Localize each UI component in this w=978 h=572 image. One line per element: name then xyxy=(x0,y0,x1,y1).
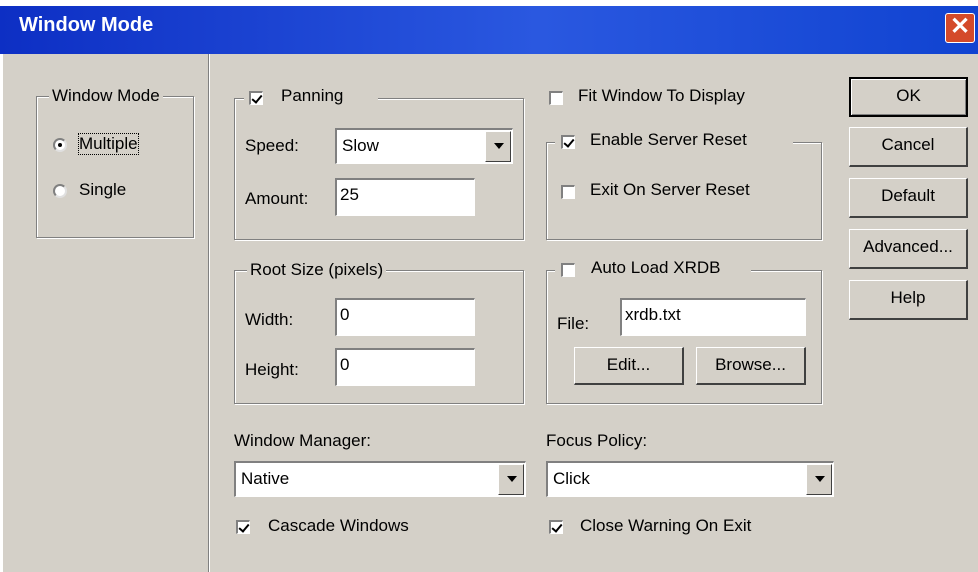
chevron-down-icon[interactable] xyxy=(485,131,511,162)
edit-button[interactable]: Edit... xyxy=(574,347,684,385)
browse-button[interactable]: Browse... xyxy=(696,347,806,385)
close-warning-label[interactable]: Close Warning On Exit xyxy=(580,516,751,536)
multiple-radio-label[interactable]: Multiple xyxy=(78,133,139,155)
help-button[interactable]: Help xyxy=(849,280,968,320)
enable-server-reset-checkbox[interactable] xyxy=(561,135,575,149)
height-label: Height: xyxy=(245,360,299,379)
window-mode-group xyxy=(36,96,194,238)
panning-group xyxy=(234,98,524,240)
window-manager-label: Window Manager: xyxy=(234,431,372,450)
auto-load-xrdb-label[interactable]: Auto Load XRDB xyxy=(591,258,720,278)
height-input[interactable]: 0 xyxy=(335,348,475,386)
chevron-down-icon[interactable] xyxy=(806,464,832,495)
close-warning-checkbox[interactable] xyxy=(549,520,563,534)
exit-on-server-reset-checkbox[interactable] xyxy=(561,185,575,199)
focus-policy-select[interactable]: Click xyxy=(546,461,834,497)
focus-policy-label: Focus Policy: xyxy=(546,431,648,450)
xrdb-file-input[interactable]: xrdb.txt xyxy=(620,298,806,336)
window-manager-value: Native xyxy=(241,469,290,488)
amount-label: Amount: xyxy=(245,189,309,208)
cascade-windows-label[interactable]: Cascade Windows xyxy=(268,516,409,536)
width-input[interactable]: 0 xyxy=(335,298,475,336)
panning-checkbox[interactable] xyxy=(249,91,263,105)
chevron-down-icon[interactable] xyxy=(498,464,524,495)
auto-load-xrdb-checkbox[interactable] xyxy=(561,263,575,277)
multiple-radio[interactable] xyxy=(53,138,67,152)
window-title: Window Mode xyxy=(19,14,154,36)
advanced-button[interactable]: Advanced... xyxy=(849,229,968,269)
window-manager-select[interactable]: Native xyxy=(234,461,526,497)
close-button[interactable]: ✕ xyxy=(945,13,975,43)
speed-label: Speed: xyxy=(245,136,299,155)
exit-on-server-reset-label[interactable]: Exit On Server Reset xyxy=(590,180,750,200)
root-size-legend: Root Size (pixels) xyxy=(247,260,387,280)
ok-button[interactable]: OK xyxy=(849,77,968,117)
amount-input[interactable]: 25 xyxy=(335,178,475,216)
cancel-button[interactable]: Cancel xyxy=(849,127,968,167)
fit-window-checkbox[interactable] xyxy=(549,91,563,105)
window-mode-legend: Window Mode xyxy=(49,86,163,106)
vertical-separator xyxy=(208,54,209,572)
speed-value: Slow xyxy=(342,136,379,155)
close-icon: ✕ xyxy=(949,13,971,40)
width-label: Width: xyxy=(245,310,294,329)
cascade-windows-checkbox[interactable] xyxy=(236,520,250,534)
file-label: File: xyxy=(557,314,590,333)
focus-policy-value: Click xyxy=(553,469,590,488)
single-radio[interactable] xyxy=(53,184,67,198)
default-button[interactable]: Default xyxy=(849,178,968,218)
enable-server-reset-label[interactable]: Enable Server Reset xyxy=(590,130,747,150)
single-radio-label[interactable]: Single xyxy=(79,180,126,200)
fit-window-label[interactable]: Fit Window To Display xyxy=(578,86,745,106)
panning-label[interactable]: Panning xyxy=(281,86,343,106)
speed-select[interactable]: Slow xyxy=(335,128,513,164)
